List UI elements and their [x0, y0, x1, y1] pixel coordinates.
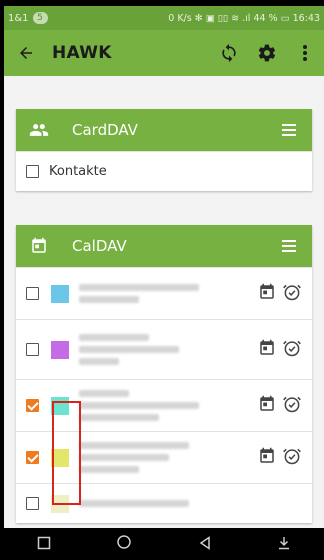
home-icon[interactable]	[116, 534, 132, 554]
calendar-color-swatch	[51, 340, 69, 359]
list-item[interactable]	[16, 319, 312, 379]
people-icon	[28, 119, 50, 141]
list-item[interactable]	[16, 267, 312, 319]
calendar-checkbox[interactable]	[26, 399, 39, 412]
status-indicators: 0 K/s ✻ ▣ ▯▯ ≋ .ıl 44 % ▭ 16:43	[168, 12, 320, 24]
calendar-checkbox[interactable]	[26, 287, 39, 300]
back-icon[interactable]	[198, 535, 212, 554]
caldav-title: CalDAV	[72, 237, 127, 255]
carddav-card: CardDAV Kontakte	[16, 109, 312, 191]
kontakte-label: Kontakte	[49, 164, 107, 179]
sync-icon[interactable]	[216, 40, 242, 66]
calendar-color-swatch	[51, 284, 69, 303]
carrier-label: 1&1	[8, 12, 29, 24]
calendar-event-icon[interactable]	[258, 283, 276, 305]
carddav-title: CardDAV	[72, 121, 138, 139]
carddav-header: CardDAV	[16, 109, 312, 151]
kontakte-checkbox[interactable]	[26, 165, 39, 178]
carddav-item-kontakte[interactable]: Kontakte	[16, 151, 312, 191]
selection-highlight-box	[52, 401, 81, 505]
notification-pull-icon[interactable]	[277, 535, 291, 554]
calendar-icon	[28, 235, 50, 257]
caldav-menu-icon[interactable]	[280, 237, 298, 255]
calendar-name-blurred	[79, 500, 189, 507]
calendar-checkbox[interactable]	[26, 497, 39, 510]
task-check-icon[interactable]	[282, 282, 302, 306]
calendar-name-blurred	[79, 284, 199, 303]
task-check-icon[interactable]	[282, 338, 302, 362]
app-screen: 1&1 5 0 K/s ✻ ▣ ▯▯ ≋ .ıl 44 % ▭ 16:43 HA…	[4, 6, 324, 560]
calendar-name-blurred	[79, 334, 179, 365]
recents-icon[interactable]	[37, 535, 51, 554]
app-toolbar: HAWK	[4, 30, 324, 76]
calendar-event-icon[interactable]	[258, 339, 276, 361]
status-bar: 1&1 5 0 K/s ✻ ▣ ▯▯ ≋ .ıl 44 % ▭ 16:43	[4, 6, 324, 30]
gear-icon[interactable]	[254, 40, 280, 66]
calendar-event-icon[interactable]	[258, 395, 276, 417]
calendar-checkbox[interactable]	[26, 451, 39, 464]
system-nav-bar	[4, 528, 324, 560]
calendar-name-blurred	[79, 390, 199, 421]
carddav-menu-icon[interactable]	[280, 121, 298, 139]
overflow-menu-icon[interactable]	[292, 40, 318, 66]
calendar-checkbox[interactable]	[26, 343, 39, 356]
task-check-icon[interactable]	[282, 446, 302, 470]
page-title: HAWK	[52, 43, 112, 63]
calendar-event-icon[interactable]	[258, 447, 276, 469]
task-check-icon[interactable]	[282, 394, 302, 418]
caldav-header: CalDAV	[16, 225, 312, 267]
back-arrow-icon[interactable]	[8, 30, 44, 76]
calendar-name-blurred	[79, 442, 189, 473]
notification-badge: 5	[32, 12, 48, 24]
